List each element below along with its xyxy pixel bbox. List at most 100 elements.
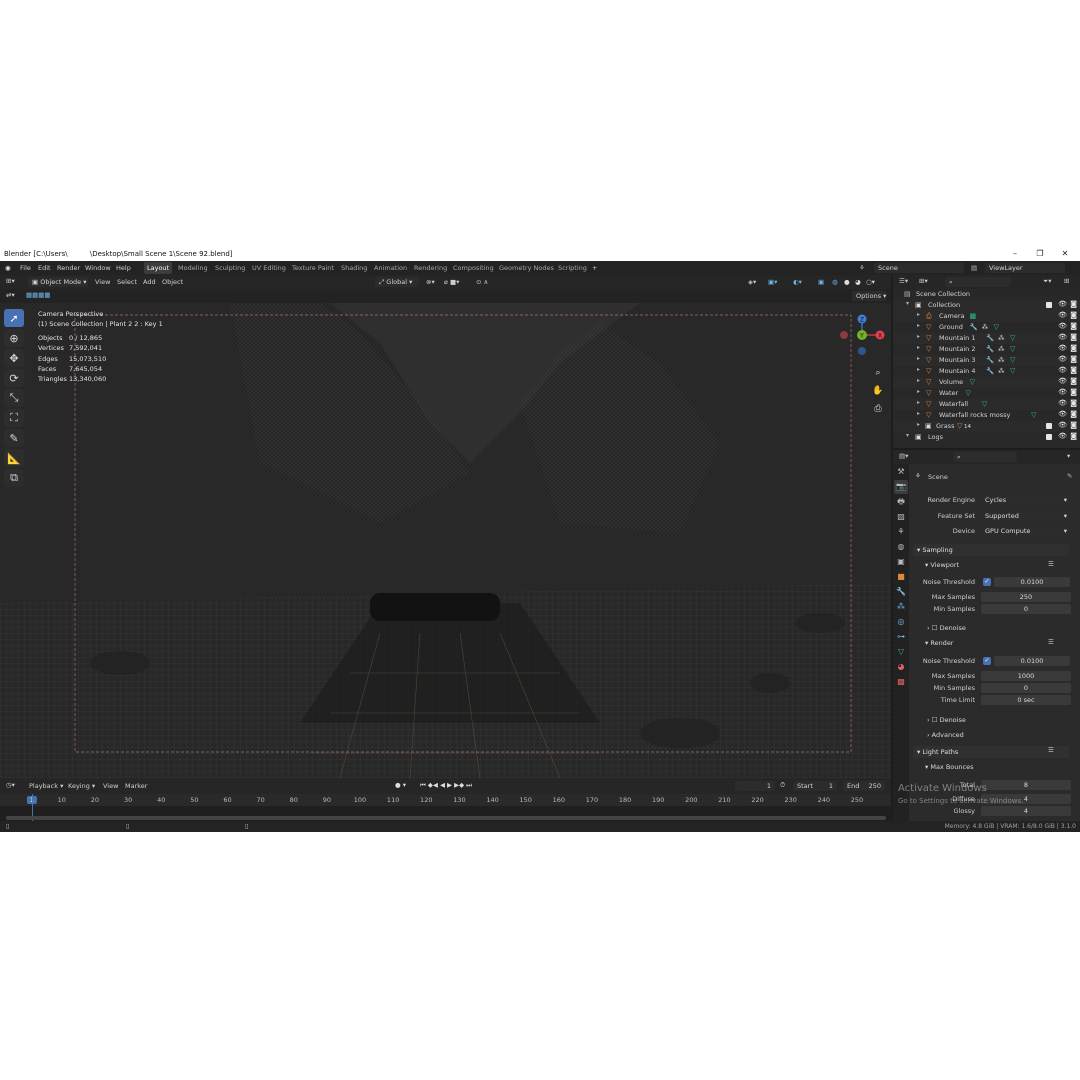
add-workspace-button[interactable]: + (589, 262, 600, 274)
menu-file[interactable]: File (20, 264, 31, 272)
close-icon[interactable]: ✕ (1058, 249, 1072, 259)
render-engine-select[interactable]: Cycles ▾ (981, 495, 1071, 505)
eye-icon[interactable]: 👁 (1058, 399, 1067, 407)
tab-rendering[interactable]: Rendering (411, 262, 450, 274)
eye-icon[interactable]: 👁 (1058, 410, 1067, 418)
new-collection-icon[interactable]: ⊞ (1064, 277, 1069, 285)
expand-icon[interactable]: ▸ (917, 333, 920, 340)
tab-layout[interactable]: Layout (144, 262, 173, 274)
move-icon[interactable]: ✥ (4, 349, 24, 367)
outliner-row-object[interactable]: ▸ ▽ Mountain 3 🔧 ⁂ ▽ 👁 ◙ (893, 355, 1080, 366)
physics-tab-icon[interactable]: ◎ (894, 615, 908, 629)
pivot-icon[interactable]: ⊗▾ (426, 278, 435, 286)
collapse-icon[interactable]: ▾ (906, 432, 909, 439)
viewlayer-icon[interactable]: ▤ (971, 264, 977, 272)
viewport-noise-threshold-field[interactable]: 0.0100 (994, 577, 1070, 587)
outliner-row-object[interactable]: ▸ ▽ Mountain 2 🔧 ⁂ ▽ 👁 ◙ (893, 344, 1080, 355)
menu-keying[interactable]: Keying ▾ (68, 782, 95, 790)
xray-icon[interactable]: ▣ (818, 278, 824, 286)
menu-object[interactable]: Object (162, 278, 183, 286)
exclude-checkbox[interactable] (1046, 423, 1052, 429)
properties-editor-icon[interactable]: ▤▾ (899, 452, 908, 460)
timeline-scrollbar[interactable] (6, 816, 886, 820)
eye-icon[interactable]: 👁 (1058, 377, 1067, 385)
record-icon[interactable]: ● ▾ (395, 781, 406, 789)
options-button[interactable]: Options ▾ (852, 291, 886, 301)
list-icon[interactable]: ☰ (1048, 638, 1054, 646)
outliner-row-object[interactable]: ▸ ▽ Waterfall ▽ 👁 ◙ (893, 399, 1080, 410)
eye-icon[interactable]: 👁 (1058, 311, 1067, 319)
expand-icon[interactable]: ▸ (917, 344, 920, 351)
render-camera-icon[interactable]: ◙ (1070, 432, 1077, 440)
menu-window[interactable]: Window (85, 264, 111, 272)
rotate-icon[interactable]: ⟳ (4, 369, 24, 387)
tool-settings-icon[interactable]: ⇄▾ (6, 291, 15, 299)
total-bounces-field[interactable]: 8 (981, 780, 1071, 790)
eye-icon[interactable]: 👁 (1058, 388, 1067, 396)
tab-scripting[interactable]: Scripting (555, 262, 590, 274)
display-mode-icon[interactable]: ⊞▾ (919, 277, 928, 285)
menu-add[interactable]: Add (143, 278, 156, 286)
selection-mode-icon[interactable]: ▦▦▦▦ (26, 291, 51, 299)
noise-threshold-checkbox[interactable]: ✓ (983, 578, 991, 586)
start-frame-field[interactable]: Start 1 (793, 781, 837, 791)
measure-icon[interactable]: 📐 (4, 449, 24, 467)
render-camera-icon[interactable]: ◙ (1070, 421, 1077, 429)
scale-icon[interactable]: ⤡ (4, 389, 24, 407)
menu-render[interactable]: Render (57, 264, 80, 272)
render-camera-icon[interactable]: ◙ (1070, 344, 1077, 352)
menu-view[interactable]: View (95, 278, 110, 286)
expand-icon[interactable]: ▸ (917, 322, 920, 329)
3d-viewport[interactable]: ⊞▾ ▣ Object Mode ▾ View Select Add Objec… (0, 275, 891, 778)
visibility-icon[interactable]: ◈▾ (748, 278, 756, 286)
tab-geometry-nodes[interactable]: Geometry Nodes (496, 262, 557, 274)
viewport-subpanel-header[interactable]: ▾ Viewport (925, 561, 959, 569)
rendered-shading-icon[interactable]: ○▾ (866, 278, 875, 286)
current-frame-field[interactable]: 1 (735, 781, 775, 791)
minimize-icon[interactable]: – (1008, 249, 1022, 259)
tool-tab-icon[interactable]: ⚒ (894, 465, 908, 479)
outliner-row-object[interactable]: ▸ ▽ Water ▽ 👁 ◙ (893, 388, 1080, 399)
tab-texture-paint[interactable]: Texture Paint (289, 262, 337, 274)
outliner-row-scene-collection[interactable]: ▤ Scene Collection (893, 289, 1080, 300)
wireframe-shading-icon[interactable]: ◍ (832, 278, 838, 286)
menu-select[interactable]: Select (117, 278, 137, 286)
cursor-icon[interactable]: ⊕ (4, 329, 24, 347)
sampling-panel-header[interactable]: ▾ Sampling (913, 544, 1069, 556)
transform-orientation[interactable]: ⤢ Global ▾ (375, 277, 419, 287)
filter-icon[interactable]: ⏷▾ (1043, 277, 1051, 286)
overlay-toggle-icon[interactable]: ◐▾ (793, 278, 802, 286)
select-box-icon[interactable]: ➚ (4, 309, 24, 327)
render-camera-icon[interactable]: ◙ (1070, 377, 1077, 385)
render-tab-icon[interactable]: 📷 (894, 480, 908, 494)
add-cube-icon[interactable]: ⧉ (4, 469, 24, 487)
viewport-denoise-subpanel[interactable]: › ☐ Denoise (927, 624, 966, 632)
expand-icon[interactable]: ▸ (917, 366, 920, 373)
outliner-row-logs[interactable]: ▾ ▣ Logs 👁 ◙ (893, 432, 1080, 443)
outliner-editor-icon[interactable]: ☰▾ (899, 277, 908, 285)
feature-set-select[interactable]: Supported ▾ (981, 511, 1071, 521)
eye-icon[interactable]: 👁 (1058, 366, 1067, 374)
menu-timeline-view[interactable]: View (103, 782, 118, 790)
menu-marker[interactable]: Marker (125, 782, 147, 790)
render-camera-icon[interactable]: ◙ (1070, 355, 1077, 363)
scene-icon[interactable]: ⚘ (859, 264, 865, 272)
render-camera-icon[interactable]: ◙ (1070, 388, 1077, 396)
gizmo-toggle-icon[interactable]: ▣▾ (768, 278, 777, 286)
snap-icon[interactable]: ⌀ ■▾ (444, 278, 459, 286)
device-select[interactable]: GPU Compute ▾ (981, 526, 1071, 536)
tab-sculpting[interactable]: Sculpting (212, 262, 248, 274)
render-denoise-subpanel[interactable]: › ☐ Denoise (927, 716, 966, 724)
properties-options-icon[interactable]: ▾ (1067, 452, 1070, 460)
expand-icon[interactable]: ▸ (917, 410, 920, 417)
noise-threshold-checkbox[interactable]: ✓ (983, 657, 991, 665)
time-limit-field[interactable]: 0 sec (981, 695, 1071, 705)
outliner-row-grass[interactable]: ▸ ▣ Grass ▽ 14 👁 ◙ (893, 421, 1080, 432)
render-noise-threshold-field[interactable]: 0.0100 (994, 656, 1070, 666)
proportional-edit-icon[interactable]: ⊙ ∧ (476, 278, 488, 286)
menu-edit[interactable]: Edit (38, 264, 51, 272)
menu-playback[interactable]: Playback ▾ (29, 782, 63, 790)
expand-icon[interactable]: ▸ (917, 388, 920, 395)
frame-ruler[interactable]: 1102030405060708090100110120130140150160… (0, 794, 891, 806)
render-camera-icon[interactable]: ◙ (1070, 399, 1077, 407)
